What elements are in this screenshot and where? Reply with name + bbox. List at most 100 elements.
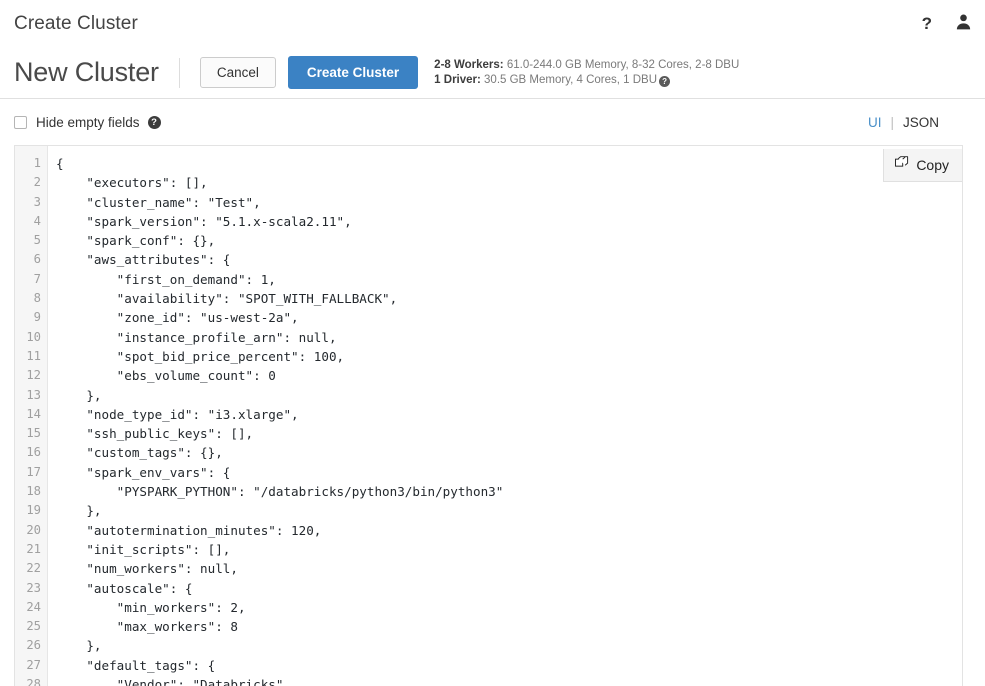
- tab-json-view[interactable]: JSON: [903, 115, 939, 130]
- header-divider: [179, 58, 180, 88]
- cluster-name-title: New Cluster: [14, 57, 159, 88]
- line-code: "spot_bid_price_percent": 100,: [48, 347, 344, 366]
- line-number: 2: [15, 173, 48, 192]
- line-number: 8: [15, 289, 48, 308]
- code-line: 10 "instance_profile_arn": null,: [15, 328, 962, 347]
- line-code: "custom_tags": {},: [48, 443, 223, 462]
- code-line: 20 "autotermination_minutes": 120,: [15, 521, 962, 540]
- code-line: 3 "cluster_name": "Test",: [15, 193, 962, 212]
- line-code: },: [48, 501, 102, 520]
- line-number: 24: [15, 598, 48, 617]
- code-line: 18 "PYSPARK_PYTHON": "/databricks/python…: [15, 482, 962, 501]
- line-number: 19: [15, 501, 48, 520]
- line-code: "instance_profile_arn": null,: [48, 328, 337, 347]
- code-line: 24 "min_workers": 2,: [15, 598, 962, 617]
- line-code: "executors": [],: [48, 173, 208, 192]
- line-number: 3: [15, 193, 48, 212]
- line-code: "ssh_public_keys": [],: [48, 424, 253, 443]
- line-number: 28: [15, 675, 48, 686]
- line-number: 26: [15, 636, 48, 655]
- copy-button-label: Copy: [916, 158, 949, 172]
- line-number: 5: [15, 231, 48, 250]
- line-code: "min_workers": 2,: [48, 598, 246, 617]
- line-code: "ebs_volume_count": 0: [48, 366, 276, 385]
- hide-empty-fields-checkbox[interactable]: [14, 116, 27, 129]
- tab-ui-view[interactable]: UI: [868, 115, 882, 130]
- line-code: "node_type_id": "i3.xlarge",: [48, 405, 299, 424]
- code-line: 19 },: [15, 501, 962, 520]
- cancel-button[interactable]: Cancel: [200, 57, 276, 89]
- workers-spec-line: 2-8 Workers: 61.0-244.0 GB Memory, 8-32 …: [434, 58, 739, 73]
- line-code: "init_scripts": [],: [48, 540, 230, 559]
- code-line: 2 "executors": [],: [15, 173, 962, 192]
- code-line: 6 "aws_attributes": {: [15, 250, 962, 269]
- line-code: "availability": "SPOT_WITH_FALLBACK",: [48, 289, 397, 308]
- line-code: "spark_conf": {},: [48, 231, 215, 250]
- copy-button[interactable]: Copy: [883, 149, 962, 182]
- code-line: 22 "num_workers": null,: [15, 559, 962, 578]
- line-number: 23: [15, 579, 48, 598]
- line-code: "Vendor": "Databricks",: [48, 675, 291, 686]
- code-line: 11 "spot_bid_price_percent": 100,: [15, 347, 962, 366]
- view-mode-toggle: UI | JSON: [868, 115, 939, 130]
- line-number: 7: [15, 270, 48, 289]
- json-editor-panel[interactable]: Copy 1{2 "executors": [],3 "cluster_name…: [14, 145, 963, 686]
- line-code: "first_on_demand": 1,: [48, 270, 276, 289]
- code-line: 7 "first_on_demand": 1,: [15, 270, 962, 289]
- driver-spec-detail: 30.5 GB Memory, 4 Cores, 1 DBU: [481, 74, 657, 86]
- code-line: 8 "availability": "SPOT_WITH_FALLBACK",: [15, 289, 962, 308]
- driver-spec-line: 1 Driver: 30.5 GB Memory, 4 Cores, 1 DBU…: [434, 73, 739, 88]
- code-line: 9 "zone_id": "us-west-2a",: [15, 308, 962, 327]
- line-number: 13: [15, 386, 48, 405]
- line-code: {: [48, 154, 64, 173]
- line-code: "autoscale": {: [48, 579, 192, 598]
- line-code: "zone_id": "us-west-2a",: [48, 308, 299, 327]
- line-code: "cluster_name": "Test",: [48, 193, 261, 212]
- create-cluster-button[interactable]: Create Cluster: [288, 56, 418, 90]
- hide-empty-fields-help-icon[interactable]: ?: [148, 116, 161, 129]
- line-number: 17: [15, 463, 48, 482]
- page-title: Create Cluster: [14, 13, 138, 35]
- code-line: 23 "autoscale": {: [15, 579, 962, 598]
- code-line: 14 "node_type_id": "i3.xlarge",: [15, 405, 962, 424]
- code-line: 21 "init_scripts": [],: [15, 540, 962, 559]
- line-number: 1: [15, 154, 48, 173]
- line-code: "aws_attributes": {: [48, 250, 230, 269]
- code-line: 15 "ssh_public_keys": [],: [15, 424, 962, 443]
- line-number: 22: [15, 559, 48, 578]
- cluster-header-row: New Cluster Cancel Create Cluster 2-8 Wo…: [0, 47, 985, 99]
- line-number: 27: [15, 656, 48, 675]
- code-line: 1{: [15, 154, 962, 173]
- line-number: 10: [15, 328, 48, 347]
- line-number: 6: [15, 250, 48, 269]
- line-code: "spark_env_vars": {: [48, 463, 230, 482]
- line-number: 15: [15, 424, 48, 443]
- user-avatar-icon[interactable]: [954, 12, 973, 36]
- line-code: "autotermination_minutes": 120,: [48, 521, 321, 540]
- dbu-help-icon[interactable]: ?: [659, 76, 670, 87]
- code-line: 17 "spark_env_vars": {: [15, 463, 962, 482]
- line-number: 16: [15, 443, 48, 462]
- line-code: "PYSPARK_PYTHON": "/databricks/python3/b…: [48, 482, 503, 501]
- line-code: "spark_version": "5.1.x-scala2.11",: [48, 212, 352, 231]
- line-number: 4: [15, 212, 48, 231]
- app-top-bar: Create Cluster ?: [0, 0, 985, 47]
- code-line: 26 },: [15, 636, 962, 655]
- line-number: 25: [15, 617, 48, 636]
- line-number: 9: [15, 308, 48, 327]
- view-toggle-separator: |: [890, 115, 894, 130]
- line-number: 20: [15, 521, 48, 540]
- driver-spec-label: 1 Driver:: [434, 74, 481, 86]
- cluster-specs-summary: 2-8 Workers: 61.0-244.0 GB Memory, 8-32 …: [434, 58, 739, 88]
- hide-empty-fields-label: Hide empty fields: [36, 115, 140, 130]
- code-line: 4 "spark_version": "5.1.x-scala2.11",: [15, 212, 962, 231]
- editor-options-row: Hide empty fields ? UI | JSON: [0, 99, 985, 145]
- line-number: 18: [15, 482, 48, 501]
- top-bar-actions: ?: [922, 0, 973, 47]
- code-line: 5 "spark_conf": {},: [15, 231, 962, 250]
- help-icon[interactable]: ?: [922, 15, 932, 32]
- line-code: },: [48, 386, 102, 405]
- json-code-content[interactable]: 1{2 "executors": [],3 "cluster_name": "T…: [15, 146, 962, 686]
- copy-pages-icon: [895, 156, 909, 173]
- code-line: 13 },: [15, 386, 962, 405]
